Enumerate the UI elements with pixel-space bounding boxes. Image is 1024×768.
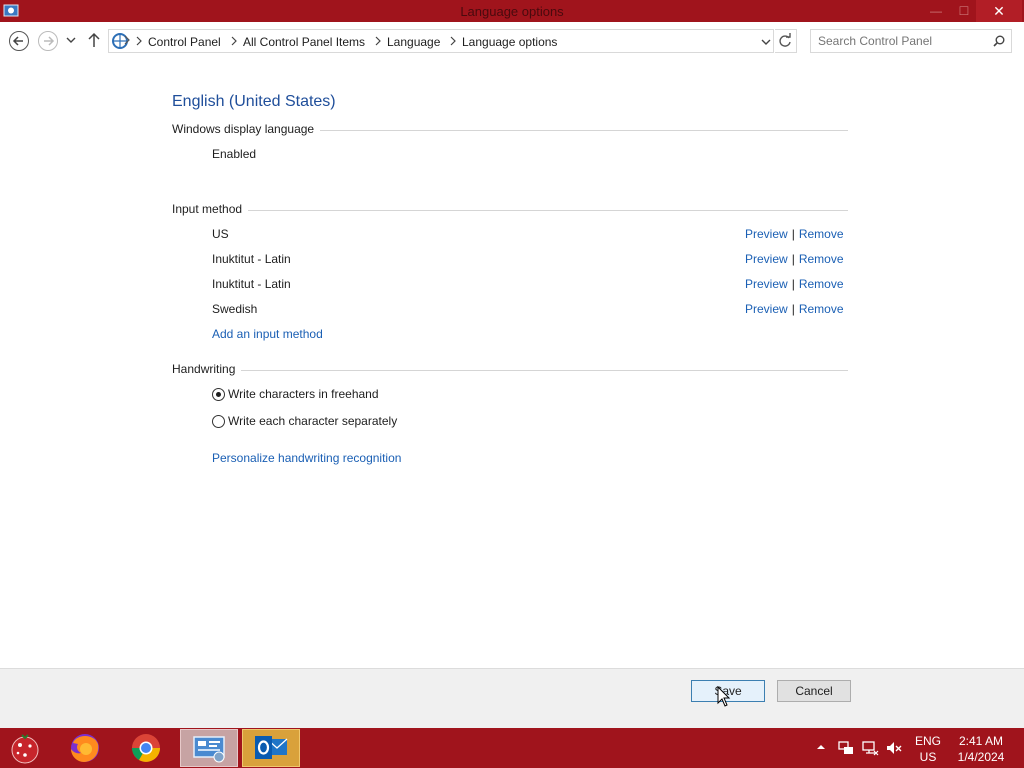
refresh-icon [779,33,791,47]
breadcrumb-separator-icon [136,36,142,46]
control-panel-icon [112,33,130,49]
remove-link[interactable]: Remove [799,302,844,316]
input-method-name: Swedish [212,302,258,316]
taskbar-control-panel[interactable] [180,729,238,767]
handwriting-section: Handwriting [172,362,848,378]
separate-characters-option[interactable]: Write each character separately [212,413,397,429]
search-input[interactable] [818,34,988,48]
window-title: Language options [460,4,564,19]
clock-time: 2:41 AM [958,734,1004,748]
forward-button[interactable] [38,31,58,51]
start-button[interactable] [0,729,58,767]
link-separator: | [791,252,795,266]
taskbar-firefox[interactable] [56,729,114,767]
link-separator: | [791,227,795,241]
chrome-icon [132,734,160,762]
refresh-button[interactable] [775,29,797,53]
input-method-section: Input method [172,202,848,218]
link-separator: | [791,277,795,291]
taskbar-outlook[interactable] [242,729,300,767]
search-box[interactable] [810,29,1012,53]
freehand-radio[interactable] [212,387,225,401]
outlook-icon [255,736,288,759]
input-method-name: US [212,227,229,241]
input-language-indicator[interactable]: ENG US [910,733,946,765]
network-icon[interactable] [861,739,879,757]
start-orb-icon [11,734,39,764]
breadcrumb-separator-icon [450,36,456,46]
add-input-method-link[interactable]: Add an input method [212,327,323,341]
close-button[interactable]: ✕ [976,0,1022,22]
preview-link[interactable]: Preview [745,227,788,241]
preview-link[interactable]: Preview [745,252,788,266]
display-language-status: Enabled [212,147,257,161]
language-options-panel: English (United States) Windows display … [0,60,1024,668]
breadcrumb-all-control-panel-items[interactable]: All Control Panel Items [243,35,365,49]
arrow-left-icon [12,36,23,46]
handwriting-heading: Handwriting [172,362,242,376]
freehand-label: Write characters in freehand [228,387,379,401]
breadcrumb-language-options[interactable]: Language options [462,35,557,49]
display-language-section: Windows display language [172,122,848,138]
input-method-actions: Preview | Remove [745,252,844,266]
input-method-actions: Preview | Remove [745,227,844,241]
cancel-button[interactable]: Cancel [777,680,851,702]
clock[interactable]: 2:41 AM 1/4/2024 [950,733,1012,765]
remove-link[interactable]: Remove [799,227,844,241]
arrow-right-icon [44,36,55,46]
recent-locations-chevron-icon[interactable] [66,34,76,46]
remove-link[interactable]: Remove [799,252,844,266]
save-button[interactable]: Save [691,680,765,702]
language-title: English (United States) [172,93,336,110]
action-center-flag-icon[interactable] [837,739,855,757]
up-arrow-icon[interactable] [87,32,101,48]
freehand-option[interactable]: Write characters in freehand [212,386,379,402]
title-bar: Language options — ☐ ✕ [0,0,1024,22]
language-line1: ENG [914,734,941,748]
control-panel-icon [193,736,225,763]
taskbar: ENG US 2:41 AM 1/4/2024 [0,728,1024,768]
address-history-chevron-icon[interactable] [761,37,771,47]
firefox-icon [71,734,99,762]
breadcrumb-control-panel[interactable]: Control Panel [148,35,221,49]
breadcrumb-language[interactable]: Language [387,35,440,49]
navigation-bar: Control Panel All Control Panel Items La… [0,22,1024,60]
input-method-name: Inuktitut - Latin [212,252,291,266]
remove-link[interactable]: Remove [799,277,844,291]
input-method-heading: Input method [172,202,249,216]
section-divider [172,370,848,371]
preview-link[interactable]: Preview [745,302,788,316]
separate-characters-radio[interactable] [212,414,225,428]
display-language-heading: Windows display language [172,122,321,136]
preview-link[interactable]: Preview [745,277,788,291]
show-hidden-icons-icon[interactable] [815,742,827,752]
input-method-actions: Preview | Remove [745,277,844,291]
link-separator: | [791,302,795,316]
volume-muted-icon[interactable] [885,739,903,757]
address-bar[interactable]: Control Panel All Control Panel Items La… [108,29,774,53]
language-line2: US [919,750,937,764]
separate-characters-label: Write each character separately [228,414,398,428]
clock-date: 1/4/2024 [957,750,1005,764]
section-divider [172,210,848,211]
back-button[interactable] [9,31,29,51]
dialog-footer: Save Cancel [0,668,1024,728]
breadcrumb-separator-icon [375,36,381,46]
input-method-name: Inuktitut - Latin [212,277,291,291]
taskbar-chrome[interactable] [117,729,175,767]
breadcrumb-separator-icon [231,36,237,46]
input-method-actions: Preview | Remove [745,302,844,316]
personalize-handwriting-link[interactable]: Personalize handwriting recognition [212,451,401,465]
search-icon[interactable] [993,35,1005,47]
